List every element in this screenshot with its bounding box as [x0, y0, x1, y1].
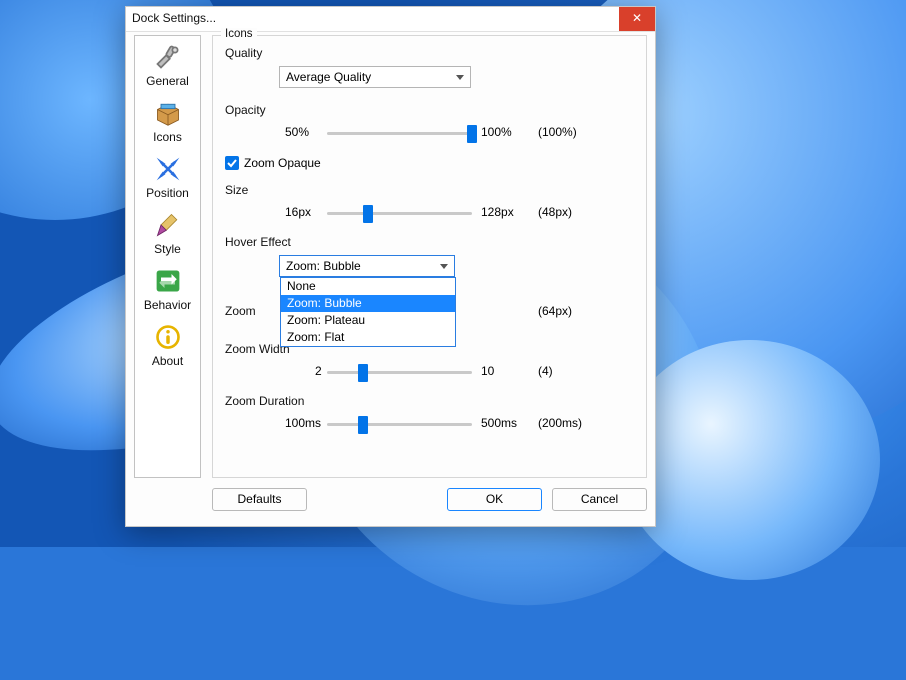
dock-settings-window: Dock Settings... ✕ General Icons	[125, 6, 656, 527]
sidebar-item-icons[interactable]: Icons	[135, 92, 200, 148]
opacity-min: 50%	[285, 125, 309, 139]
option-zoom-plateau[interactable]: Zoom: Plateau	[281, 312, 455, 329]
hover-effect-selected: Zoom: Bubble	[286, 259, 361, 273]
sidebar-item-label: Style	[135, 242, 200, 256]
zoom-width-min: 2	[315, 364, 322, 378]
swap-icon	[151, 266, 185, 296]
zoom-duration-min: 100ms	[285, 416, 321, 430]
arrows-cross-icon	[151, 154, 185, 184]
sidebar-item-label: Position	[135, 186, 200, 200]
zoom-width-max: 10	[481, 364, 494, 378]
slider-thumb[interactable]	[363, 205, 373, 223]
ok-button[interactable]: OK	[447, 488, 542, 511]
info-icon	[151, 322, 185, 352]
box-icon	[151, 98, 185, 128]
slider-track	[327, 132, 472, 135]
sidebar-item-general[interactable]: General	[135, 36, 200, 92]
sidebar-item-label: About	[135, 354, 200, 368]
slider-track	[327, 371, 472, 374]
cancel-button[interactable]: Cancel	[552, 488, 647, 511]
quality-label: Quality	[225, 46, 634, 60]
settings-panel: Icons Quality Average Quality Opacity 50…	[212, 35, 647, 478]
size-slider[interactable]: 16px 128px (48px)	[225, 203, 634, 225]
zoom-label: Zoom	[225, 304, 256, 318]
sidebar-item-behavior[interactable]: Behavior	[135, 260, 200, 316]
close-icon: ✕	[632, 11, 642, 25]
option-zoom-bubble[interactable]: Zoom: Bubble	[281, 295, 455, 312]
zoom-opaque-checkbox[interactable]: Zoom Opaque	[225, 156, 321, 170]
option-zoom-flat[interactable]: Zoom: Flat	[281, 329, 455, 346]
zoom-width-slider[interactable]: 2 10 (4)	[225, 362, 634, 384]
chevron-down-icon	[440, 264, 448, 269]
sidebar-item-about[interactable]: About	[135, 316, 200, 372]
size-min: 16px	[285, 205, 311, 219]
sidebar-item-position[interactable]: Position	[135, 148, 200, 204]
hover-effect-select[interactable]: Zoom: Bubble None Zoom: Bubble Zoom: Pla…	[279, 255, 455, 277]
checkbox-checked-icon	[225, 156, 239, 170]
sidebar-item-style[interactable]: Style	[135, 204, 200, 260]
slider-track	[327, 423, 472, 426]
zoom-opaque-label: Zoom Opaque	[244, 156, 321, 170]
opacity-label: Opacity	[225, 103, 634, 117]
opacity-max: 100%	[481, 125, 512, 139]
slider-thumb[interactable]	[358, 416, 368, 434]
slider-thumb[interactable]	[467, 125, 477, 143]
zoom-duration-label: Zoom Duration	[225, 394, 634, 408]
sidebar-item-label: Behavior	[135, 298, 200, 312]
zoom-duration-max: 500ms	[481, 416, 517, 430]
defaults-button[interactable]: Defaults	[212, 488, 307, 511]
hover-effect-dropdown: None Zoom: Bubble Zoom: Plateau Zoom: Fl…	[280, 277, 456, 347]
category-sidebar: General Icons Position Style	[134, 35, 201, 478]
dialog-buttons: Defaults OK Cancel	[212, 488, 647, 518]
sidebar-item-label: Icons	[135, 130, 200, 144]
slider-track	[327, 212, 472, 215]
sidebar-item-label: General	[135, 74, 200, 88]
icons-groupbox: Icons Quality Average Quality Opacity 50…	[212, 35, 647, 478]
brush-icon	[151, 210, 185, 240]
hover-effect-label: Hover Effect	[225, 235, 634, 249]
opacity-value: (100%)	[538, 125, 577, 139]
chevron-down-icon	[456, 75, 464, 80]
size-value: (48px)	[538, 205, 572, 219]
titlebar[interactable]: Dock Settings... ✕	[126, 7, 655, 32]
zoom-value: (64px)	[538, 304, 572, 318]
zoom-duration-value: (200ms)	[538, 416, 582, 430]
opacity-slider[interactable]: 50% 100% (100%)	[225, 123, 634, 145]
quality-select[interactable]: Average Quality	[279, 66, 471, 88]
size-label: Size	[225, 183, 634, 197]
window-title: Dock Settings...	[132, 11, 216, 25]
option-none[interactable]: None	[281, 278, 455, 295]
size-max: 128px	[481, 205, 514, 219]
quality-selected: Average Quality	[286, 70, 371, 84]
zoom-width-value: (4)	[538, 364, 553, 378]
close-button[interactable]: ✕	[619, 7, 655, 31]
slider-thumb[interactable]	[358, 364, 368, 382]
tools-icon	[151, 42, 185, 72]
zoom-duration-slider[interactable]: 100ms 500ms (200ms)	[225, 414, 634, 436]
groupbox-legend: Icons	[221, 28, 257, 40]
